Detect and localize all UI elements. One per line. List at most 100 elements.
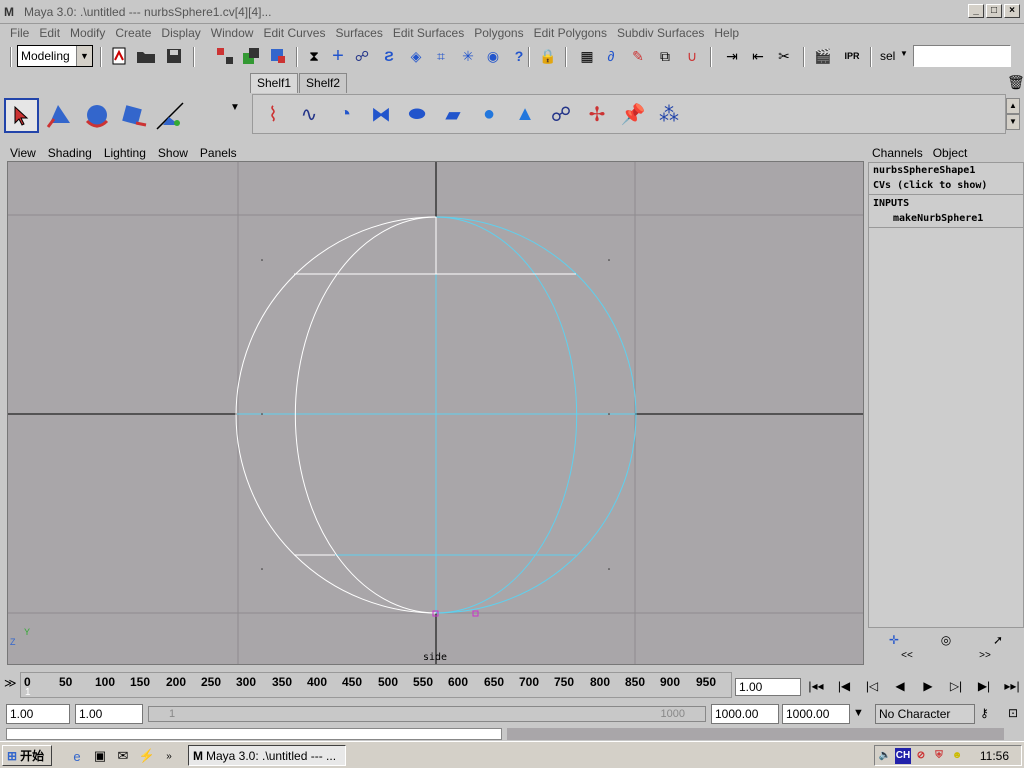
rendering-icon[interactable]: ◉ (482, 45, 504, 67)
input-ops-icon[interactable]: ⇥ (721, 45, 743, 67)
scroll-down-icon[interactable]: ▼ (1006, 114, 1020, 130)
ipr-render-icon[interactable]: IPR (841, 45, 863, 67)
nav-next-button[interactable]: >> (979, 650, 991, 664)
ik-handle-icon[interactable]: ✢ (581, 98, 613, 130)
quick-select-input[interactable] (913, 45, 1011, 67)
animation-end-field[interactable]: 1000.00 (782, 704, 850, 724)
scroll-up-icon[interactable]: ▲ (1006, 98, 1020, 114)
menu-edit-surfaces[interactable]: Edit Surfaces (393, 26, 464, 40)
preferences-icon[interactable]: ⊡ (1008, 706, 1018, 720)
manipulator-icon[interactable]: ✛ (889, 633, 899, 647)
playback-start-field[interactable]: 1.00 (75, 704, 143, 724)
menu-modify[interactable]: Modify (70, 26, 105, 40)
messenger-icon[interactable]: ☻ (949, 748, 965, 764)
animation-start-field[interactable]: 1.00 (6, 704, 70, 724)
snap-view-icon[interactable]: ⧉ (654, 45, 676, 67)
volume-icon[interactable]: 🔈 (877, 748, 893, 764)
filter-icon[interactable]: ⧗ (303, 45, 325, 67)
shape-node-name[interactable]: nurbsSphereShape1 (869, 163, 1023, 178)
menu-create[interactable]: Create (115, 26, 151, 40)
planar-icon[interactable]: ▰ (437, 98, 469, 130)
select-hierarchy-icon[interactable] (214, 45, 236, 67)
lock-icon[interactable]: 🔒 (537, 45, 559, 67)
menu-help[interactable]: Help (714, 26, 739, 40)
render-view-icon[interactable]: 🎬 (812, 45, 834, 67)
save-scene-icon[interactable] (163, 45, 185, 67)
step-back-key-icon[interactable]: |◀ (832, 674, 856, 698)
channels-menu[interactable]: Channels (872, 146, 923, 160)
panel-menu-panels[interactable]: Panels (200, 146, 237, 160)
step-back-frame-icon[interactable]: |◁ (860, 674, 884, 698)
curve-ep-icon[interactable]: ⌇ (257, 98, 289, 130)
selection-mode-label[interactable]: sel (880, 49, 895, 63)
nav-prev-button[interactable]: << (901, 650, 913, 664)
cvs-row[interactable]: CVs (click to show) (869, 178, 1023, 193)
handle-icon[interactable]: + (327, 45, 349, 67)
chevron-right-icon[interactable]: » (160, 747, 178, 765)
chevron-down-icon[interactable]: ▼ (853, 707, 864, 719)
snap-grid-icon[interactable]: ▦ (576, 45, 598, 67)
surface-icon[interactable]: ◈ (405, 45, 427, 67)
select-tool-icon[interactable] (4, 98, 39, 133)
start-button[interactable]: ⊞ 开始 (2, 745, 52, 766)
time-slider-toggle-icon[interactable]: ≫ (4, 676, 17, 690)
move-tool-icon[interactable] (78, 98, 113, 133)
chevron-down-icon[interactable]: ▼ (230, 102, 240, 113)
construction-history-icon[interactable]: ✂ (773, 45, 795, 67)
snap-surface-icon[interactable]: ∪ (681, 45, 703, 67)
menu-display[interactable]: Display (161, 26, 200, 40)
new-scene-icon[interactable] (108, 45, 130, 67)
output-ops-icon[interactable]: ⇤ (747, 45, 769, 67)
tab-shelf2[interactable]: Shelf2 (299, 73, 348, 93)
curve-icon[interactable]: Ƨ (378, 45, 400, 67)
rotate-tool-icon[interactable] (115, 98, 150, 133)
panel-menu-shading[interactable]: Shading (48, 146, 92, 160)
shelf-scrollbar[interactable]: ▲ ▼ (1006, 98, 1020, 132)
viewport-canvas[interactable] (8, 162, 864, 665)
play-forward-icon[interactable]: ▶ (916, 674, 940, 698)
quick-launch-icon[interactable]: ⚡ (138, 747, 156, 765)
joint-icon[interactable]: ☍ (351, 45, 373, 67)
key-icon[interactable]: ⚷ (980, 706, 989, 720)
network-icon[interactable]: ⊘ (913, 748, 929, 764)
object-menu[interactable]: Object (933, 146, 968, 160)
menu-file[interactable]: File (10, 26, 29, 40)
play-backward-icon[interactable]: ◀ (888, 674, 912, 698)
menu-edit[interactable]: Edit (39, 26, 60, 40)
step-forward-key-icon[interactable]: ▶| (972, 674, 996, 698)
lasso-tool-icon[interactable] (41, 98, 76, 133)
dynamics-icon[interactable]: ✳ (457, 45, 479, 67)
antivirus-icon[interactable]: ⛨ (931, 748, 947, 764)
pin-icon[interactable]: 📌 (617, 98, 649, 130)
character-set-field[interactable]: No Character (875, 704, 975, 724)
go-to-end-icon[interactable]: ▸▸| (1000, 674, 1024, 698)
time-ruler[interactable]: 0 50 100 150 200 250 300 350 400 450 500… (20, 672, 732, 698)
snap-curve-icon[interactable]: ∂ (600, 45, 622, 67)
revolve-icon[interactable]: ◔ (329, 98, 361, 130)
joint-tool-icon[interactable]: ☍ (545, 98, 577, 130)
help-icon[interactable]: ? (508, 45, 530, 67)
particle-icon[interactable]: ⁂ (653, 98, 685, 130)
maya-task-button[interactable]: M Maya 3.0: .\untitled --- ... (188, 745, 346, 766)
menu-subdiv-surfaces[interactable]: Subdiv Surfaces (617, 26, 704, 40)
menu-polygons[interactable]: Polygons (474, 26, 523, 40)
menu-edit-curves[interactable]: Edit Curves (263, 26, 325, 40)
nurbs-cone-icon[interactable]: ▲ (509, 98, 541, 130)
select-component-icon[interactable] (267, 45, 289, 67)
input-language-icon[interactable]: CH (895, 747, 911, 764)
select-object-icon[interactable] (240, 45, 262, 67)
menu-edit-polygons[interactable]: Edit Polygons (534, 26, 607, 40)
menu-surfaces[interactable]: Surfaces (335, 26, 382, 40)
menu-set-dropdown[interactable]: Modeling ▼ (17, 45, 93, 67)
pointer-icon[interactable]: ➚ (993, 633, 1003, 647)
speed-icon[interactable]: ◎ (941, 633, 951, 647)
maximize-button[interactable]: □ (986, 4, 1002, 18)
open-scene-icon[interactable] (135, 45, 157, 67)
show-desktop-icon[interactable]: ▣ (91, 747, 109, 765)
snap-point-icon[interactable]: ✎ (627, 45, 649, 67)
trash-icon[interactable]: 🗑 (1007, 74, 1024, 91)
current-frame-field[interactable]: 1.00 (735, 678, 801, 696)
command-line-input[interactable] (6, 728, 502, 740)
panel-menu-view[interactable]: View (10, 146, 36, 160)
minimize-button[interactable]: _ (968, 4, 984, 18)
